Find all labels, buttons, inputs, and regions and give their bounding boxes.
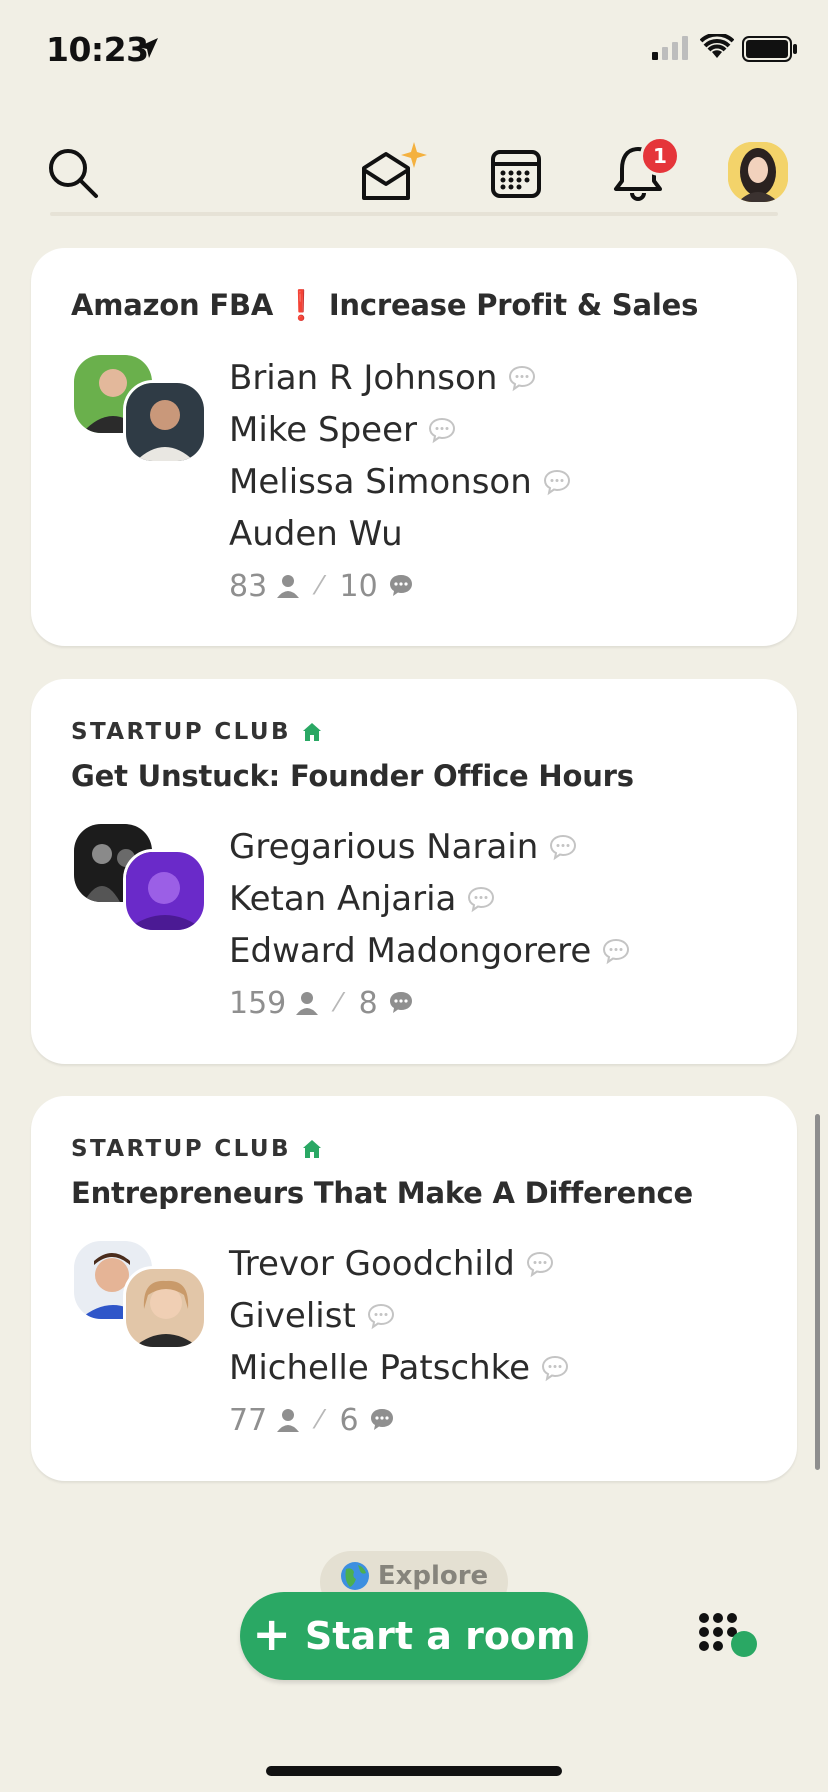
envelope-sparkle-icon — [362, 142, 427, 200]
speaker-count: 8 — [358, 985, 378, 1021]
speaker-row[interactable]: Trevor Goodchild — [229, 1238, 570, 1290]
speaker-row[interactable]: Givelist — [229, 1290, 570, 1342]
room-stats: 159 ⁄ 8 — [229, 977, 631, 1029]
listener-count: 77 — [229, 1402, 268, 1438]
speaker-name: Brian R Johnson — [229, 358, 498, 398]
listener-count: 83 — [229, 568, 268, 604]
speaker-list: Trevor Goodchild Givelist Michelle Patsc… — [229, 1238, 570, 1446]
calendar-button[interactable] — [484, 144, 548, 204]
stats-separator: ⁄ — [317, 1405, 322, 1435]
battery-icon — [742, 36, 797, 62]
status-bar: 10:23 — [0, 0, 828, 100]
speaker-count: 10 — [339, 568, 378, 604]
speaker-row[interactable]: Auden Wu — [229, 508, 572, 560]
house-icon — [302, 723, 321, 741]
club-name: STARTUP CLUB — [71, 719, 291, 745]
globe-icon — [340, 1562, 369, 1590]
location-arrow-icon — [138, 38, 158, 58]
room-avatars — [71, 1238, 211, 1350]
speaker-name: Melissa Simonson — [229, 462, 532, 502]
club-label[interactable]: STARTUP CLUB — [71, 719, 323, 745]
search-icon — [49, 149, 98, 198]
speaker-name: Michelle Patschke — [229, 1348, 531, 1388]
speaker-row[interactable]: Brian R Johnson — [229, 352, 572, 404]
room-stats: 83 ⁄ 10 — [229, 560, 572, 612]
chat-bubble-icon — [389, 575, 412, 596]
speaker-row[interactable]: Edward Madongorere — [229, 925, 631, 977]
room-avatars — [71, 352, 211, 464]
profile-photo — [728, 142, 788, 202]
speaker-name: Edward Madongorere — [229, 931, 592, 971]
home-indicator[interactable] — [266, 1766, 562, 1776]
speech-bubble-icon — [468, 886, 495, 913]
avatar — [123, 380, 207, 464]
club-label[interactable]: STARTUP CLUB — [71, 1136, 323, 1162]
room-title: Get Unstuck: Founder Office Hours — [71, 759, 634, 793]
notification-badge: 1 — [640, 136, 680, 176]
search-button[interactable] — [44, 144, 102, 202]
speaker-name: Mike Speer — [229, 410, 417, 450]
speaker-row[interactable]: Michelle Patschke — [229, 1342, 570, 1394]
plus-icon: + — [252, 1607, 291, 1661]
explore-label: Explore — [377, 1561, 489, 1591]
speech-bubble-icon — [526, 1251, 553, 1278]
speaker-row[interactable]: Mike Speer — [229, 404, 572, 456]
speech-bubble-icon — [542, 1355, 569, 1382]
person-icon — [277, 575, 300, 598]
speaker-name: Gregarious Narain — [229, 827, 539, 867]
room-card[interactable]: STARTUP CLUB Get Unstuck: Founder Office… — [31, 679, 797, 1064]
person-icon — [277, 1409, 300, 1432]
room-title: Amazon FBA ❗ Increase Profit & Sales — [71, 288, 699, 322]
cellular-signal-icon — [652, 36, 688, 60]
invite-button[interactable] — [356, 140, 432, 206]
listener-count: 159 — [229, 985, 287, 1021]
speech-bubble-icon — [367, 1303, 394, 1330]
section-divider — [50, 212, 778, 216]
club-name: STARTUP CLUB — [71, 1136, 291, 1162]
speech-bubble-icon — [428, 417, 455, 444]
start-room-button[interactable]: + Start a room — [240, 1592, 588, 1680]
room-title: Entrepreneurs That Make A Difference — [71, 1176, 694, 1210]
speech-bubble-icon — [509, 365, 536, 392]
status-time: 10:23 — [46, 30, 149, 69]
speaker-name: Ketan Anjaria — [229, 879, 457, 919]
start-room-label: Start a room — [304, 1614, 576, 1658]
room-card[interactable]: Amazon FBA ❗ Increase Profit & Sales Bri… — [31, 248, 797, 646]
wifi-icon — [700, 34, 734, 58]
house-icon — [302, 1140, 321, 1158]
speaker-row[interactable]: Gregarious Narain — [229, 821, 631, 873]
speech-bubble-icon — [543, 469, 570, 496]
top-navigation — [0, 130, 828, 210]
stats-separator: ⁄ — [336, 988, 341, 1018]
speech-bubble-icon — [603, 938, 630, 965]
dots-grid-icon — [699, 1613, 757, 1657]
chat-bubble-icon — [370, 1409, 393, 1430]
speaker-count: 6 — [339, 1402, 359, 1438]
speaker-row[interactable]: Ketan Anjaria — [229, 873, 631, 925]
speaker-name: Givelist — [229, 1296, 356, 1336]
room-card[interactable]: STARTUP CLUB Entrepreneurs That Make A D… — [31, 1096, 797, 1481]
room-avatars — [71, 821, 211, 933]
profile-avatar[interactable] — [728, 142, 788, 202]
speaker-row[interactable]: Melissa Simonson — [229, 456, 572, 508]
chat-bubble-icon — [389, 992, 412, 1013]
avatar — [123, 849, 207, 933]
stats-separator: ⁄ — [317, 571, 322, 601]
person-icon — [296, 992, 319, 1015]
room-stats: 77 ⁄ 6 — [229, 1394, 570, 1446]
speaker-list: Gregarious Narain Ketan Anjaria Edward M… — [229, 821, 631, 1029]
speaker-list: Brian R Johnson Mike Speer Melissa Simon… — [229, 352, 572, 612]
online-friends-button[interactable] — [696, 1610, 760, 1674]
scrollbar-thumb[interactable] — [815, 1114, 820, 1470]
speaker-name: Auden Wu — [229, 514, 403, 554]
calendar-icon — [491, 150, 541, 198]
avatar — [123, 1266, 207, 1350]
speaker-name: Trevor Goodchild — [229, 1244, 515, 1284]
speech-bubble-icon — [550, 834, 577, 861]
